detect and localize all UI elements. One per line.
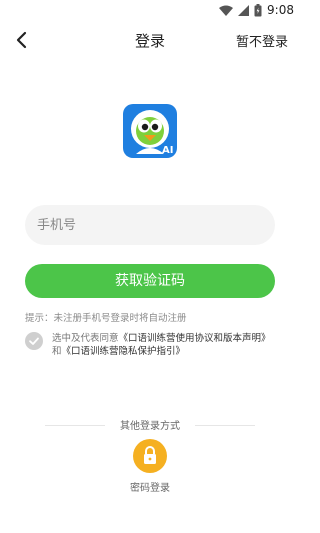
svg-text:AI: AI — [162, 145, 173, 156]
check-icon — [29, 337, 39, 345]
register-hint: 提示：未注册手机号登录时将自动注册 — [25, 313, 187, 324]
other-login-divider: 其他登录方式 — [45, 417, 255, 433]
user-agreement-link[interactable]: 《口语训练营使用协议和版本声明》 — [119, 333, 271, 344]
password-login-label[interactable]: 密码登录 — [0, 479, 300, 494]
status-time: 9:08 — [267, 3, 294, 17]
agreement-joiner: 和 — [52, 346, 62, 357]
status-bar: 9:08 — [0, 0, 300, 22]
password-login-button[interactable] — [133, 439, 167, 473]
wifi-icon — [219, 5, 234, 16]
app-logo-icon: AI — [123, 104, 177, 158]
signal-icon — [238, 4, 250, 16]
agreement-prefix: 选中及代表同意 — [52, 333, 119, 344]
skip-login-button[interactable]: 暂不登录 — [236, 31, 288, 50]
app-logo: AI — [123, 104, 177, 158]
status-icons: 9:08 — [219, 3, 294, 17]
get-code-button[interactable]: 获取验证码 — [25, 264, 275, 298]
lock-icon — [144, 446, 156, 464]
privacy-policy-link[interactable]: 《口语训练营隐私保护指引》 — [62, 346, 186, 357]
divider-line-right — [195, 425, 255, 426]
phone-input[interactable] — [25, 205, 257, 245]
agreement-checkbox[interactable] — [25, 332, 43, 350]
battery-icon — [254, 3, 262, 16]
top-bar: 登录 暂不登录 — [0, 24, 300, 56]
agreement-text: 选中及代表同意《口语训练营使用协议和版本声明》和《口语训练营隐私保护指引》 — [52, 332, 277, 358]
phone-input-wrapper — [25, 205, 275, 245]
